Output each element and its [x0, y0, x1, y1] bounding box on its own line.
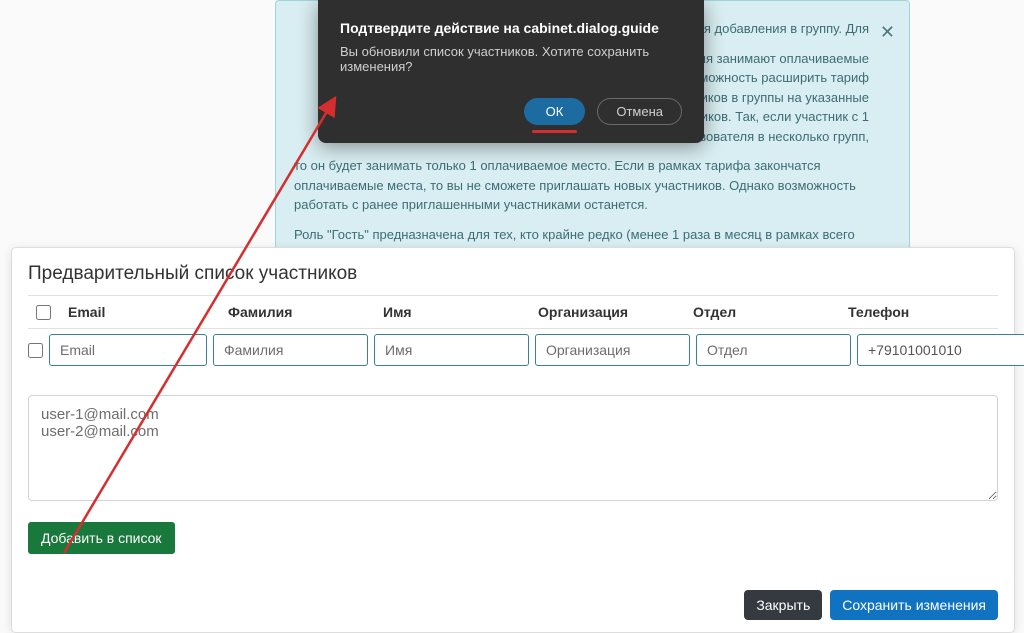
confirm-message: Вы обновили список участников. Хотите со… — [340, 44, 682, 74]
col-name: Имя — [373, 298, 528, 326]
participants-table: Email Фамилия Имя Организация Отдел Теле… — [28, 295, 998, 371]
table-header-row: Email Фамилия Имя Организация Отдел Теле… — [28, 295, 998, 329]
row-checkbox[interactable] — [28, 343, 43, 358]
org-input[interactable] — [535, 334, 690, 366]
select-all-checkbox[interactable] — [36, 305, 51, 320]
emails-textarea[interactable] — [28, 395, 998, 501]
table-row — [28, 329, 998, 371]
info-text: то он будет занимать только 1 оплачиваем… — [294, 156, 869, 215]
phone-input[interactable] — [857, 334, 1024, 366]
col-email: Email — [58, 298, 218, 326]
col-surname: Фамилия — [218, 298, 373, 326]
dept-input[interactable] — [696, 334, 851, 366]
participants-modal: Предварительный список участников Email … — [11, 247, 1015, 633]
confirm-cancel-button[interactable]: Отмена — [597, 98, 682, 125]
close-icon[interactable]: ✕ — [880, 19, 895, 46]
confirm-ok-button[interactable]: ОК — [524, 98, 586, 125]
modal-footer: Закрыть Сохранить изменения — [28, 590, 998, 620]
surname-input[interactable] — [213, 334, 368, 366]
modal-title: Предварительный список участников — [28, 263, 998, 285]
col-phone: Телефон — [838, 298, 998, 326]
add-to-list-button[interactable]: Добавить в список — [28, 522, 175, 554]
confirm-dialog: Подтвердите действие на cabinet.dialog.g… — [318, 0, 704, 143]
confirm-title: Подтвердите действие на cabinet.dialog.g… — [340, 20, 682, 36]
col-org: Организация — [528, 298, 683, 326]
close-button[interactable]: Закрыть — [744, 590, 822, 620]
name-input[interactable] — [374, 334, 529, 366]
save-button[interactable]: Сохранить изменения — [830, 590, 998, 620]
email-input[interactable] — [49, 334, 207, 366]
col-dept: Отдел — [683, 298, 838, 326]
